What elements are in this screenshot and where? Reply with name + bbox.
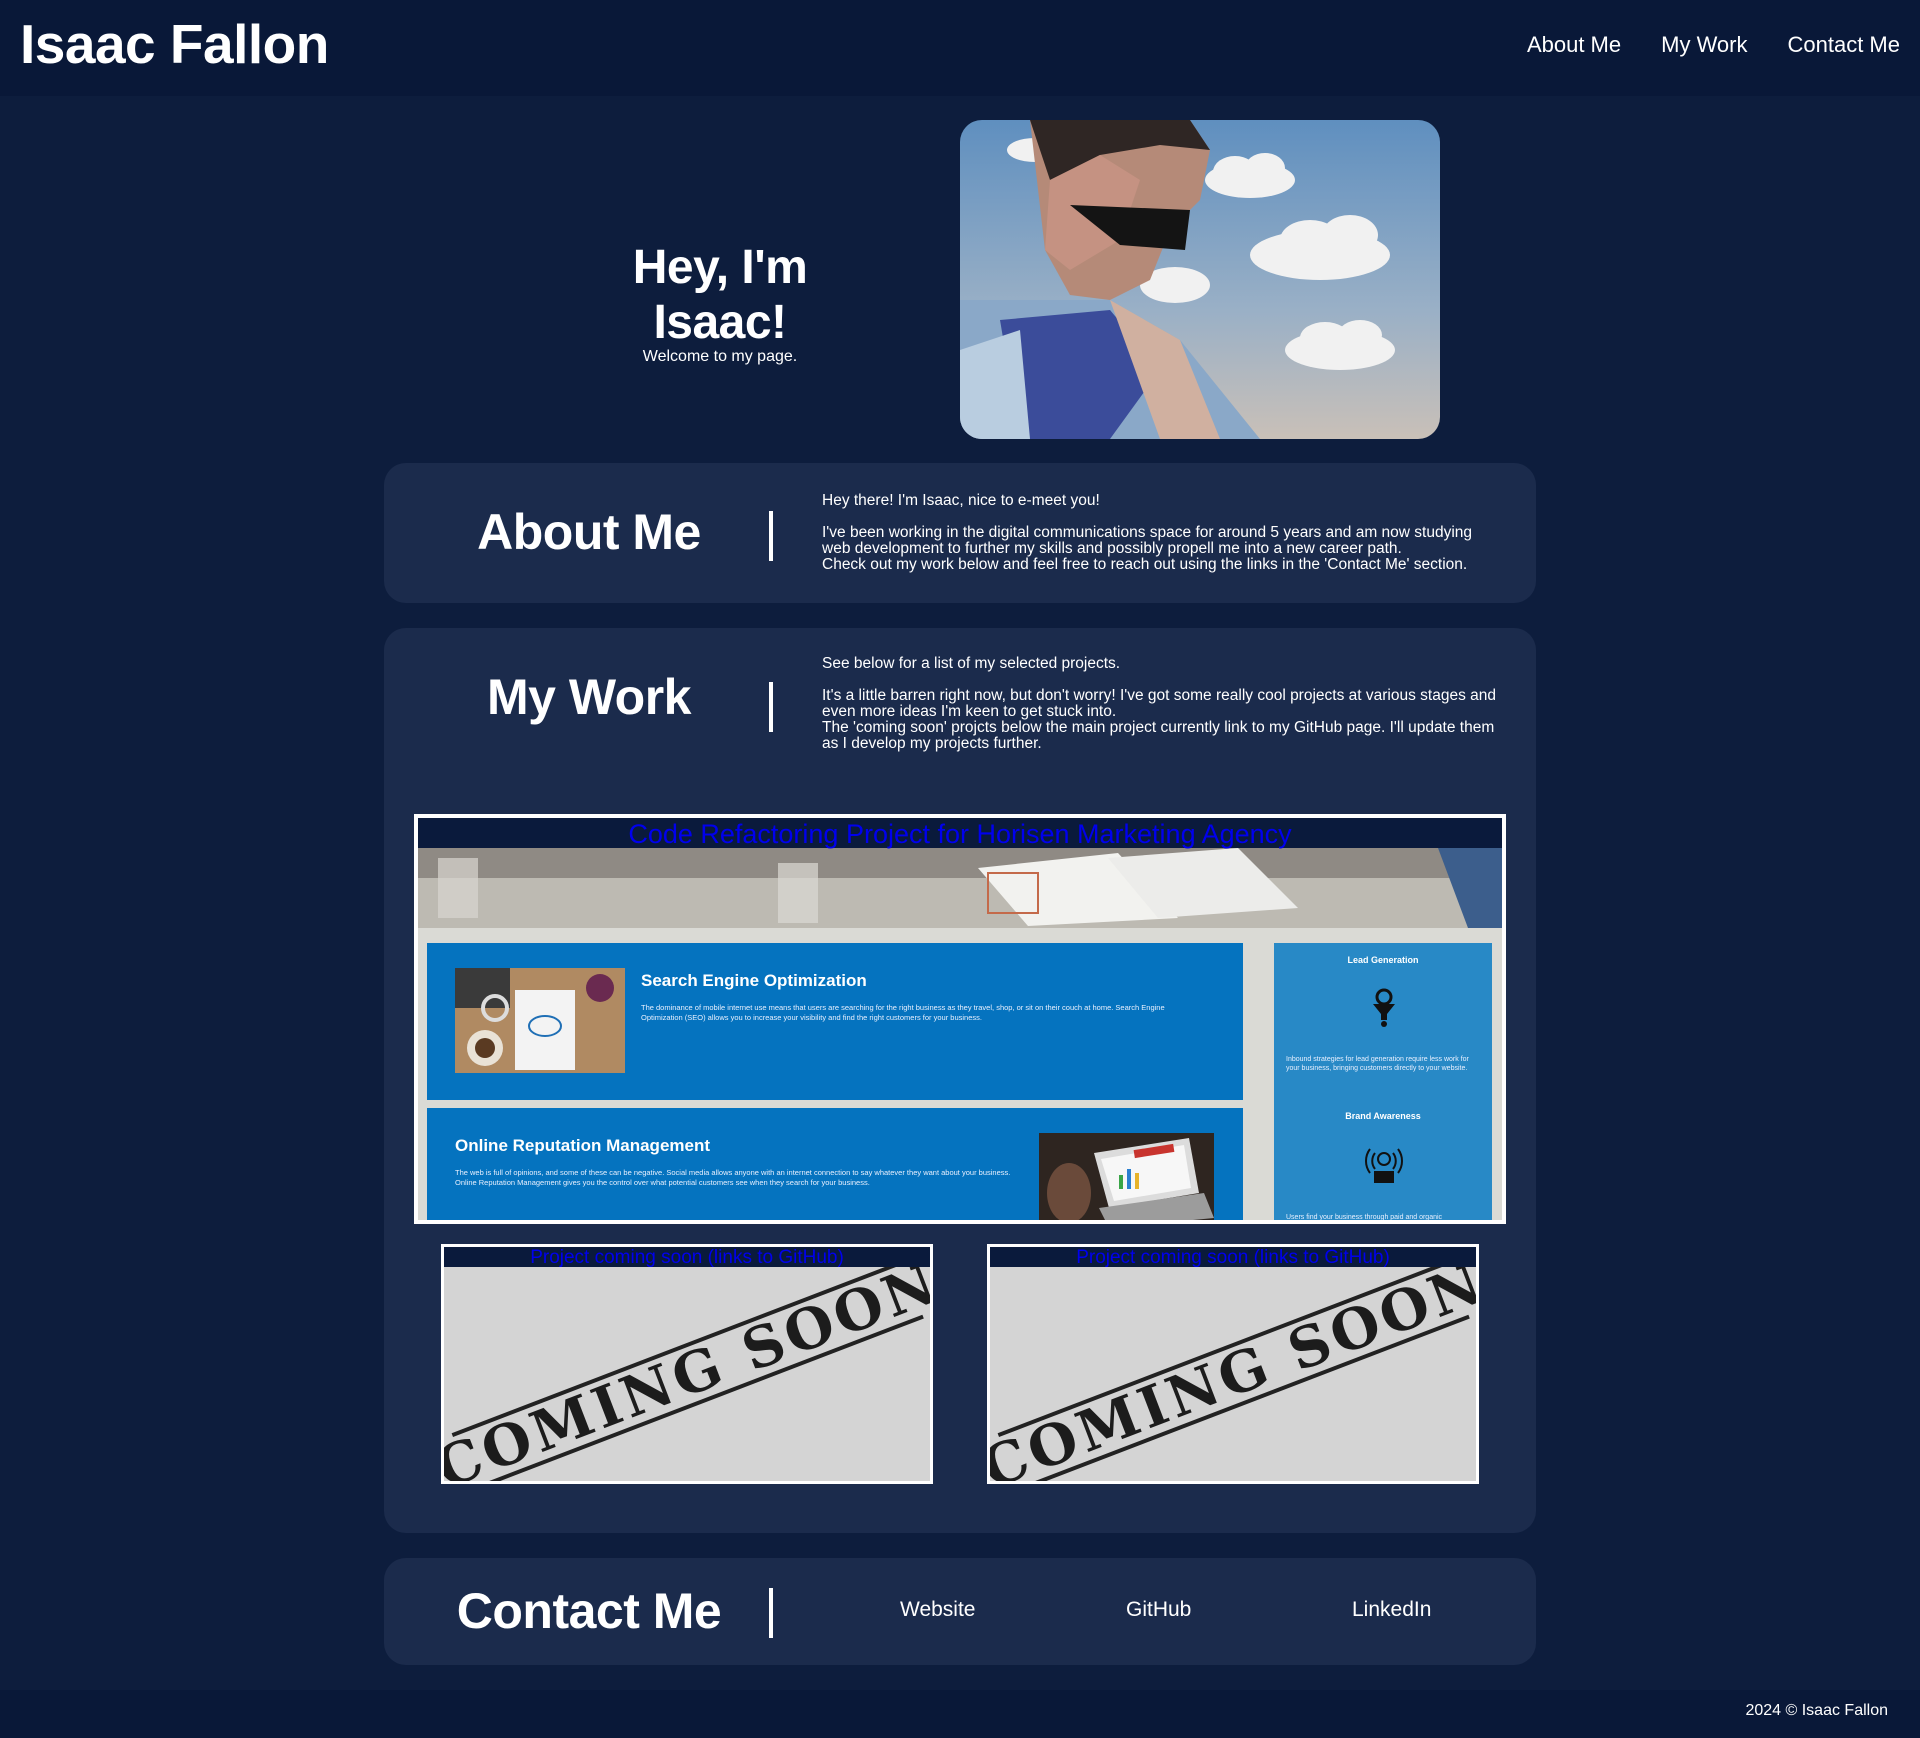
contact-section: Contact Me Website GitHub LinkedIn	[384, 1558, 1536, 1665]
about-line: I've been working in the digital communi…	[822, 524, 1473, 557]
work-text: See below for a list of my selected proj…	[822, 656, 1502, 752]
main-project-title: Code Refactoring Project for Horisen Mar…	[418, 818, 1502, 849]
profile-photo	[960, 120, 1440, 439]
lead-gen-description: Inbound strategies for lead generation r…	[1286, 1056, 1469, 1072]
coming-soon-stamp: COMING SOON	[444, 1250, 930, 1481]
coming-soon-title: Project coming soon (links to GitHub)	[990, 1247, 1476, 1268]
about-section: About Me Hey there! I'm Isaac, nice to e…	[384, 463, 1536, 603]
about-paragraph: I've been working in the digital communi…	[822, 525, 1502, 573]
stamp-text: COMING SOON	[444, 1267, 930, 1481]
hero-subtitle: Welcome to my page.	[642, 348, 798, 365]
contact-links: Website GitHub LinkedIn	[900, 1598, 1578, 1622]
nav-link-contact[interactable]: Contact Me	[1788, 32, 1901, 58]
seo-image	[455, 968, 625, 1073]
brand-awareness-heading: Brand Awareness	[1345, 1111, 1421, 1121]
hero-title: Hey, I'm Isaac!	[632, 241, 808, 349]
stamp-text: COMING SOON	[990, 1267, 1476, 1481]
website-link[interactable]: Website	[900, 1598, 1126, 1622]
section-divider	[769, 1588, 773, 1638]
nav-link-work[interactable]: My Work	[1661, 32, 1747, 58]
work-paragraph: See below for a list of my selected proj…	[822, 655, 1121, 672]
hero-heading: Hey, I'm Isaac! Welcome to my page.	[560, 240, 880, 366]
site-title: Isaac Fallon	[20, 13, 329, 75]
about-paragraph: Hey there! I'm Isaac, nice to e-meet you…	[822, 492, 1100, 509]
seo-service-card: Search Engine Optimization The dominance…	[427, 943, 1243, 1100]
work-line: The 'coming soon' projcts below the main…	[822, 719, 1495, 752]
main-nav: About Me My Work Contact Me	[1527, 32, 1900, 58]
seo-description: The dominance of mobile internet use mea…	[641, 1003, 1165, 1022]
orm-heading: Online Reputation Management	[455, 1136, 711, 1155]
about-line: Check out my work below and feel free to…	[822, 556, 1468, 573]
site-header: Isaac Fallon About Me My Work Contact Me	[0, 0, 1920, 96]
nav-link-about[interactable]: About Me	[1527, 32, 1621, 58]
side-services-column: Lead Generation Inbound strategies for l…	[1274, 943, 1492, 1221]
project-banner-image	[418, 848, 1502, 928]
github-link[interactable]: GitHub	[1126, 1598, 1352, 1622]
copyright-text: 2024 © Isaac Fallon	[1745, 1702, 1888, 1719]
coming-soon-project-card[interactable]: Project coming soon (links to GitHub) CO…	[441, 1244, 933, 1484]
seo-heading: Search Engine Optimization	[641, 971, 867, 990]
orm-description: The web is full of opinions, and some of…	[455, 1168, 1011, 1187]
orm-image	[1039, 1133, 1214, 1220]
about-text: Hey there! I'm Isaac, nice to e-meet you…	[822, 493, 1502, 573]
work-line: It's a little barren right now, but don'…	[822, 687, 1496, 720]
main-project-card[interactable]: Code Refactoring Project for Horisen Mar…	[414, 814, 1506, 1224]
section-divider	[769, 511, 773, 561]
work-paragraph: It's a little barren right now, but don'…	[822, 688, 1502, 752]
site-footer: 2024 © Isaac Fallon	[0, 1690, 1920, 1738]
coming-soon-stamp: COMING SOON	[990, 1250, 1476, 1481]
about-title: About Me	[477, 504, 701, 560]
funnel-icon	[1370, 988, 1398, 1028]
work-title: My Work	[487, 669, 691, 725]
coming-soon-title: Project coming soon (links to GitHub)	[444, 1247, 930, 1268]
work-section: My Work See below for a list of my selec…	[384, 628, 1536, 1533]
orm-service-card: Online Reputation Management The web is …	[427, 1108, 1243, 1220]
brand-awareness-description: Users find your business through paid an…	[1286, 1214, 1443, 1221]
lead-gen-heading: Lead Generation	[1347, 955, 1419, 965]
section-divider	[769, 682, 773, 732]
lightbulb-broadcast-icon	[1362, 1143, 1406, 1185]
contact-title: Contact Me	[456, 1583, 722, 1639]
linkedin-link[interactable]: LinkedIn	[1352, 1598, 1578, 1622]
coming-soon-project-card[interactable]: Project coming soon (links to GitHub) CO…	[987, 1244, 1479, 1484]
